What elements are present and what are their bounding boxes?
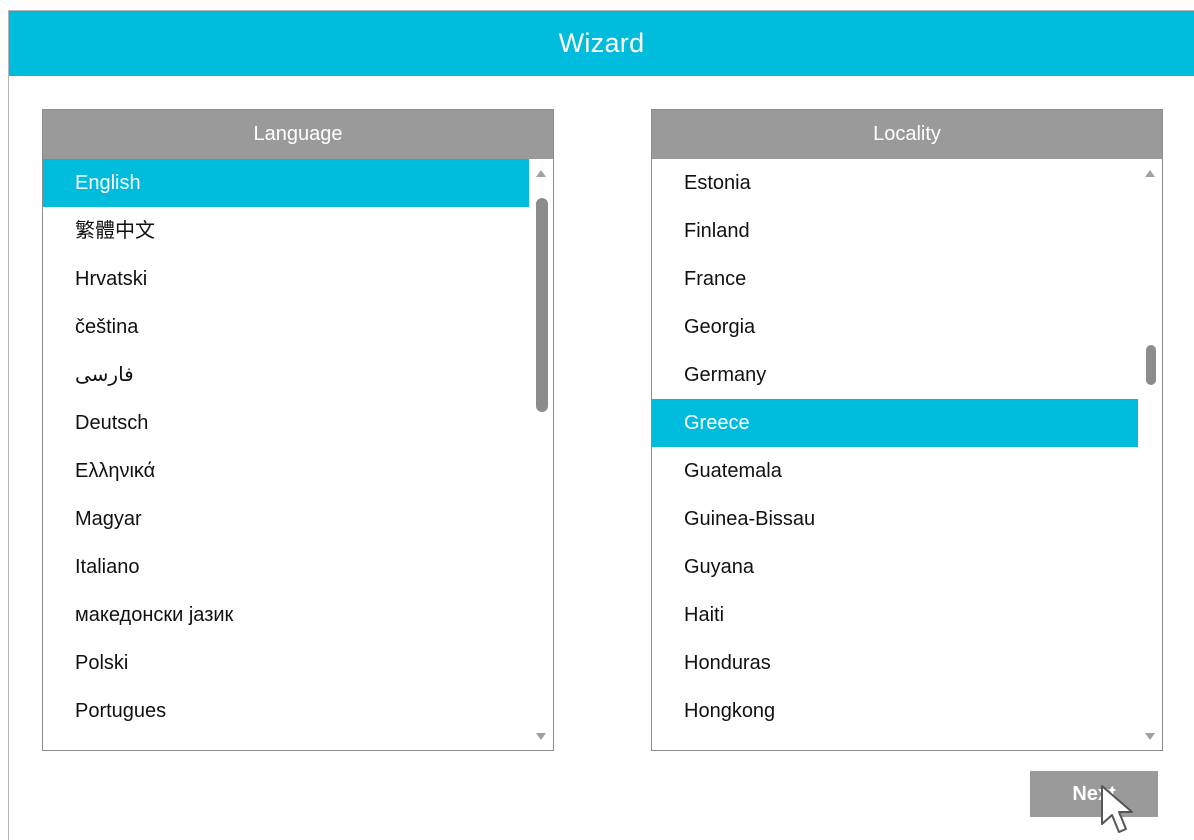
language-item-polish[interactable]: Polski [43,639,529,687]
mouse-pointer-icon [1101,785,1133,833]
language-item-english[interactable]: English [43,159,529,207]
locality-item-france[interactable]: France [652,255,1138,303]
locality-item-greece[interactable]: Greece [652,399,1138,447]
locality-item-hongkong[interactable]: Hongkong [652,687,1138,735]
locality-item-guinea-bissau[interactable]: Guinea-Bissau [652,495,1138,543]
language-item-persian[interactable]: فارسی [43,351,529,399]
scroll-up-arrow-icon[interactable] [536,170,546,177]
locality-panel-header: Locality [652,110,1162,159]
wizard-window: Wizard Language English 繁體中文 Hrvatski če… [8,10,1194,840]
language-item-czech[interactable]: čeština [43,303,529,351]
locality-scroll-thumb[interactable] [1146,345,1156,385]
language-item-hungarian[interactable]: Magyar [43,495,529,543]
locality-item-germany[interactable]: Germany [652,351,1138,399]
language-item-macedonian[interactable]: македонски јазик [43,591,529,639]
language-panel: Language English 繁體中文 Hrvatski čeština ف… [42,109,554,751]
language-item-traditional-chinese[interactable]: 繁體中文 [43,207,529,255]
language-list[interactable]: English 繁體中文 Hrvatski čeština فارسی Deut… [43,159,529,750]
scroll-down-arrow-icon[interactable] [1145,733,1155,740]
scroll-up-arrow-icon[interactable] [1145,170,1155,177]
locality-item-georgia[interactable]: Georgia [652,303,1138,351]
locality-item-haiti[interactable]: Haiti [652,591,1138,639]
locality-panel: Locality Estonia Finland France Georgia … [651,109,1163,751]
language-panel-header: Language [43,110,553,159]
language-item-croatian[interactable]: Hrvatski [43,255,529,303]
locality-scrollbar[interactable] [1138,159,1162,750]
language-item-italian[interactable]: Italiano [43,543,529,591]
window-title: Wizard [9,11,1194,76]
locality-item-honduras[interactable]: Honduras [652,639,1138,687]
language-item-greek[interactable]: Ελληνικά [43,447,529,495]
scroll-down-arrow-icon[interactable] [536,733,546,740]
locality-item-estonia[interactable]: Estonia [652,159,1138,207]
locality-list[interactable]: Estonia Finland France Georgia Germany G… [652,159,1138,750]
locality-item-guyana[interactable]: Guyana [652,543,1138,591]
language-item-german[interactable]: Deutsch [43,399,529,447]
language-scroll-thumb[interactable] [536,198,548,412]
locality-item-guatemala[interactable]: Guatemala [652,447,1138,495]
locality-item-finland[interactable]: Finland [652,207,1138,255]
language-scrollbar[interactable] [529,159,553,750]
language-item-portuguese[interactable]: Portugues [43,687,529,735]
